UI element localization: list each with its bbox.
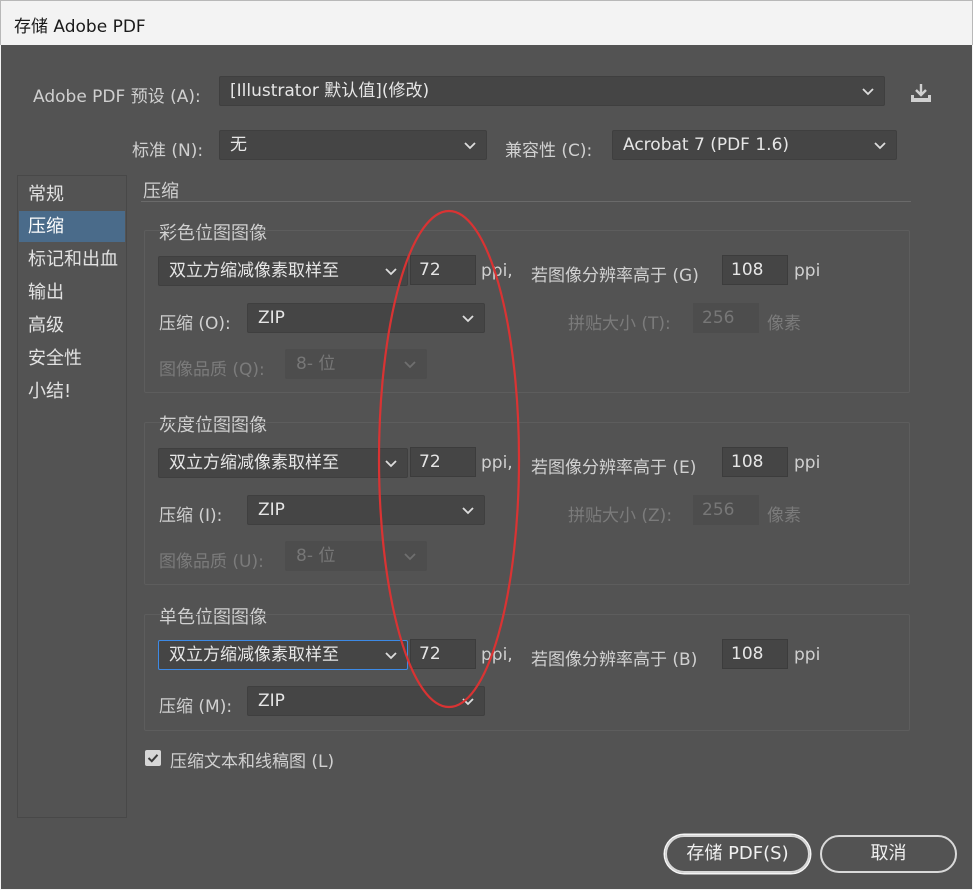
- chevron-down-icon: [862, 88, 874, 96]
- gray-quality-label: 图像品质 (U):: [159, 552, 264, 572]
- mono-compression-label: 压缩 (M):: [159, 697, 233, 717]
- cancel-button[interactable]: 取消: [820, 835, 957, 873]
- compat-label: 兼容性 (C):: [505, 141, 593, 161]
- gray-above-input[interactable]: 108: [722, 447, 788, 477]
- gray-above-unit: ppi: [794, 453, 821, 473]
- color-quality-value: 8- 位: [296, 354, 336, 374]
- sidebar-item-general[interactable]: 常规: [19, 179, 125, 210]
- color-compression-label: 压缩 (O):: [159, 314, 231, 334]
- gray-resample-value: 双立方缩减像素取样至: [169, 453, 339, 473]
- color-tile-label: 拼贴大小 (T):: [568, 314, 671, 334]
- compress-text-label: 压缩文本和线稿图 (L): [170, 752, 335, 772]
- gray-tile-unit: 像素: [767, 506, 801, 526]
- standard-label: 标准 (N):: [132, 141, 204, 161]
- color-quality-label: 图像品质 (Q):: [159, 360, 265, 380]
- chevron-down-icon: [874, 142, 886, 150]
- gray-tile-label: 拼贴大小 (Z):: [568, 506, 673, 526]
- chevron-down-icon: [464, 142, 476, 150]
- preset-label: Adobe PDF 预设 (A):: [33, 87, 201, 107]
- color-tile-input: 256: [693, 303, 759, 333]
- preset-select[interactable]: [Illustrator 默认值](修改): [219, 76, 885, 106]
- window-title: 存储 Adobe PDF: [14, 17, 146, 37]
- mono-compression-value: ZIP: [258, 691, 285, 711]
- save-pdf-button[interactable]: 存储 PDF(S): [665, 835, 810, 873]
- mono-above-unit: ppi: [794, 645, 821, 665]
- compat-select[interactable]: Acrobat 7 (PDF 1.6): [612, 130, 897, 160]
- download-icon[interactable]: [908, 81, 934, 105]
- section-title: 压缩: [143, 181, 179, 202]
- sidebar-item-summary[interactable]: 小结!: [19, 376, 125, 407]
- mono-resample-value: 双立方缩减像素取样至: [169, 645, 339, 665]
- section-divider: [141, 201, 911, 202]
- color-above-input[interactable]: 108: [722, 255, 788, 285]
- sidebar-item-advanced[interactable]: 高级: [19, 310, 125, 341]
- check-icon: [147, 754, 159, 763]
- annotation-ellipse: [377, 209, 521, 709]
- standard-value: 无: [230, 135, 247, 155]
- gray-above-label: 若图像分辨率高于 (E): [531, 458, 697, 478]
- color-above-label: 若图像分辨率高于 (G): [531, 266, 699, 286]
- sidebar-item-marks-bleeds[interactable]: 标记和出血: [19, 244, 125, 275]
- color-above-unit: ppi: [794, 261, 821, 281]
- title-bar: 存储 Adobe PDF: [0, 0, 973, 45]
- mono-above-input[interactable]: 108: [722, 639, 788, 669]
- sidebar-item-compression[interactable]: 压缩: [19, 211, 125, 242]
- preset-value: [Illustrator 默认值](修改): [230, 81, 430, 101]
- color-resample-value: 双立方缩减像素取样至: [169, 261, 339, 281]
- category-sidebar: 常规 压缩 标记和出血 输出 高级 安全性 小结!: [17, 175, 127, 818]
- mono-above-label: 若图像分辨率高于 (B): [531, 650, 698, 670]
- gray-compression-label: 压缩 (I):: [159, 506, 223, 526]
- sidebar-item-security[interactable]: 安全性: [19, 343, 125, 374]
- color-tile-unit: 像素: [767, 314, 801, 334]
- compat-value: Acrobat 7 (PDF 1.6): [623, 135, 790, 155]
- standard-select[interactable]: 无: [219, 130, 487, 160]
- sidebar-item-output[interactable]: 输出: [19, 277, 125, 308]
- pdf-dialog: Adobe PDF 预设 (A): [Illustrator 默认值](修改) …: [1, 45, 972, 889]
- gray-tile-input: 256: [693, 495, 759, 525]
- gray-compression-value: ZIP: [258, 500, 285, 520]
- compress-text-checkbox[interactable]: [145, 750, 161, 766]
- gray-quality-value: 8- 位: [296, 546, 336, 566]
- color-compression-value: ZIP: [258, 308, 285, 328]
